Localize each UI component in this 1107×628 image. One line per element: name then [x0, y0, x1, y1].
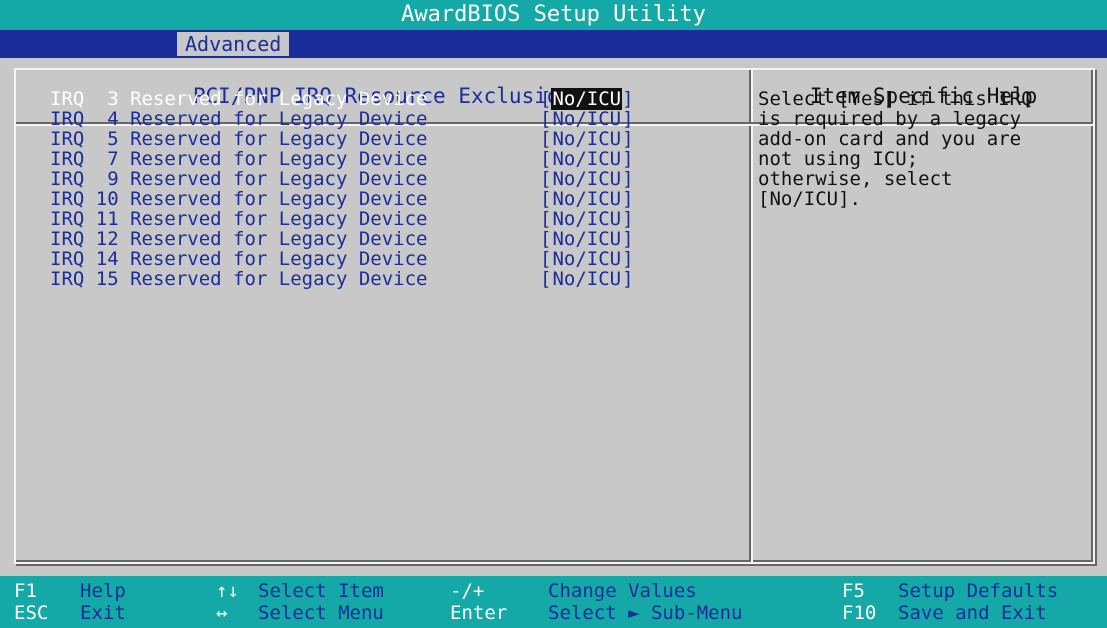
irq-item-value[interactable]: [No/ICU]	[540, 169, 634, 189]
irq-item-3[interactable]: IRQ 3 Reserved for Legacy Device [No/ICU…	[50, 88, 710, 110]
irq-item-10[interactable]: IRQ 10 Reserved for Legacy Device [No/IC…	[50, 189, 710, 209]
key-f5-desc: Setup Defaults	[898, 580, 1059, 602]
help-line: [No/ICU].	[758, 188, 861, 210]
irq-item-7[interactable]: IRQ 7 Reserved for Legacy Device [No/ICU…	[50, 149, 710, 169]
menu-bar: Advanced	[0, 30, 1107, 58]
irq-item-5[interactable]: IRQ 5 Reserved for Legacy Device [No/ICU…	[50, 129, 710, 149]
irq-item-12[interactable]: IRQ 12 Reserved for Legacy Device [No/IC…	[50, 229, 710, 249]
arrow-leftright-icon: ↔	[216, 602, 228, 624]
irq-item-label: IRQ 5 Reserved for Legacy Device	[50, 128, 428, 150]
panel-divider	[749, 70, 753, 562]
app-title: AwardBIOS Setup Utility	[401, 2, 706, 27]
irq-item-value[interactable]: [No/ICU]	[540, 269, 634, 289]
tab-advanced[interactable]: Advanced	[177, 32, 290, 56]
key-f1-desc: Help	[80, 580, 126, 602]
irq-item-value[interactable]: [No/ICU]	[540, 88, 634, 110]
irq-item-4[interactable]: IRQ 4 Reserved for Legacy Device [No/ICU…	[50, 109, 710, 129]
help-line: is required by a legacy	[758, 108, 1022, 130]
irq-item-value[interactable]: [No/ICU]	[540, 209, 634, 229]
irq-item-label: IRQ 14 Reserved for Legacy Device	[50, 248, 428, 270]
key-enter: Enter	[450, 602, 508, 624]
key-change-values: -/+	[450, 580, 485, 602]
key-select-menu-desc: Select Menu	[258, 602, 384, 624]
irq-item-value[interactable]: [No/ICU]	[540, 229, 634, 249]
irq-item-15[interactable]: IRQ 15 Reserved for Legacy Device [No/IC…	[50, 269, 710, 289]
irq-item-value[interactable]: [No/ICU]	[540, 129, 634, 149]
arrow-updown-icon: ↑↓	[216, 580, 239, 602]
irq-item-value[interactable]: [No/ICU]	[540, 109, 634, 129]
help-line: add-on card and you are	[758, 128, 1022, 150]
key-f5: F5	[842, 580, 865, 602]
key-f10: F10	[842, 602, 877, 624]
help-text: Select [Yes] if this IRQ is required by …	[758, 89, 1083, 209]
irq-item-11[interactable]: IRQ 11 Reserved for Legacy Device [No/IC…	[50, 209, 710, 229]
key-select-item-desc: Select Item	[258, 580, 384, 602]
help-line: not using ICU;	[758, 148, 919, 170]
irq-item-value[interactable]: [No/ICU]	[540, 149, 634, 169]
irq-item-value[interactable]: [No/ICU]	[540, 189, 634, 209]
irq-item-label: IRQ 4 Reserved for Legacy Device	[50, 108, 428, 130]
status-bar: F1 Help ↑↓ Select Item -/+ Change Values…	[0, 576, 1107, 628]
irq-list: IRQ 3 Reserved for Legacy Device [No/ICU…	[50, 88, 710, 289]
irq-item-label: IRQ 10 Reserved for Legacy Device	[50, 188, 428, 210]
irq-item-label: IRQ 9 Reserved for Legacy Device	[50, 168, 428, 190]
key-change-values-desc: Change Values	[548, 580, 697, 602]
key-f10-desc: Save and Exit	[898, 602, 1047, 624]
help-line: otherwise, select	[758, 168, 953, 190]
irq-item-9[interactable]: IRQ 9 Reserved for Legacy Device [No/ICU…	[50, 169, 710, 189]
irq-item-label: IRQ 12 Reserved for Legacy Device	[50, 228, 428, 250]
irq-item-label: IRQ 11 Reserved for Legacy Device	[50, 208, 428, 230]
irq-item-value[interactable]: [No/ICU]	[540, 249, 634, 269]
irq-item-label: IRQ 7 Reserved for Legacy Device	[50, 148, 428, 170]
irq-item-label: IRQ 15 Reserved for Legacy Device	[50, 268, 428, 290]
irq-item-14[interactable]: IRQ 14 Reserved for Legacy Device [No/IC…	[50, 249, 710, 269]
title-bar: AwardBIOS Setup Utility	[0, 0, 1107, 30]
help-line: Select [Yes] if this IRQ	[758, 88, 1033, 110]
key-esc: ESC	[14, 602, 49, 624]
irq-item-label: IRQ 3 Reserved for Legacy Device	[50, 88, 428, 110]
key-enter-desc: Select ► Sub-Menu	[548, 602, 743, 624]
key-f1: F1	[14, 580, 37, 602]
key-esc-desc: Exit	[80, 602, 126, 624]
